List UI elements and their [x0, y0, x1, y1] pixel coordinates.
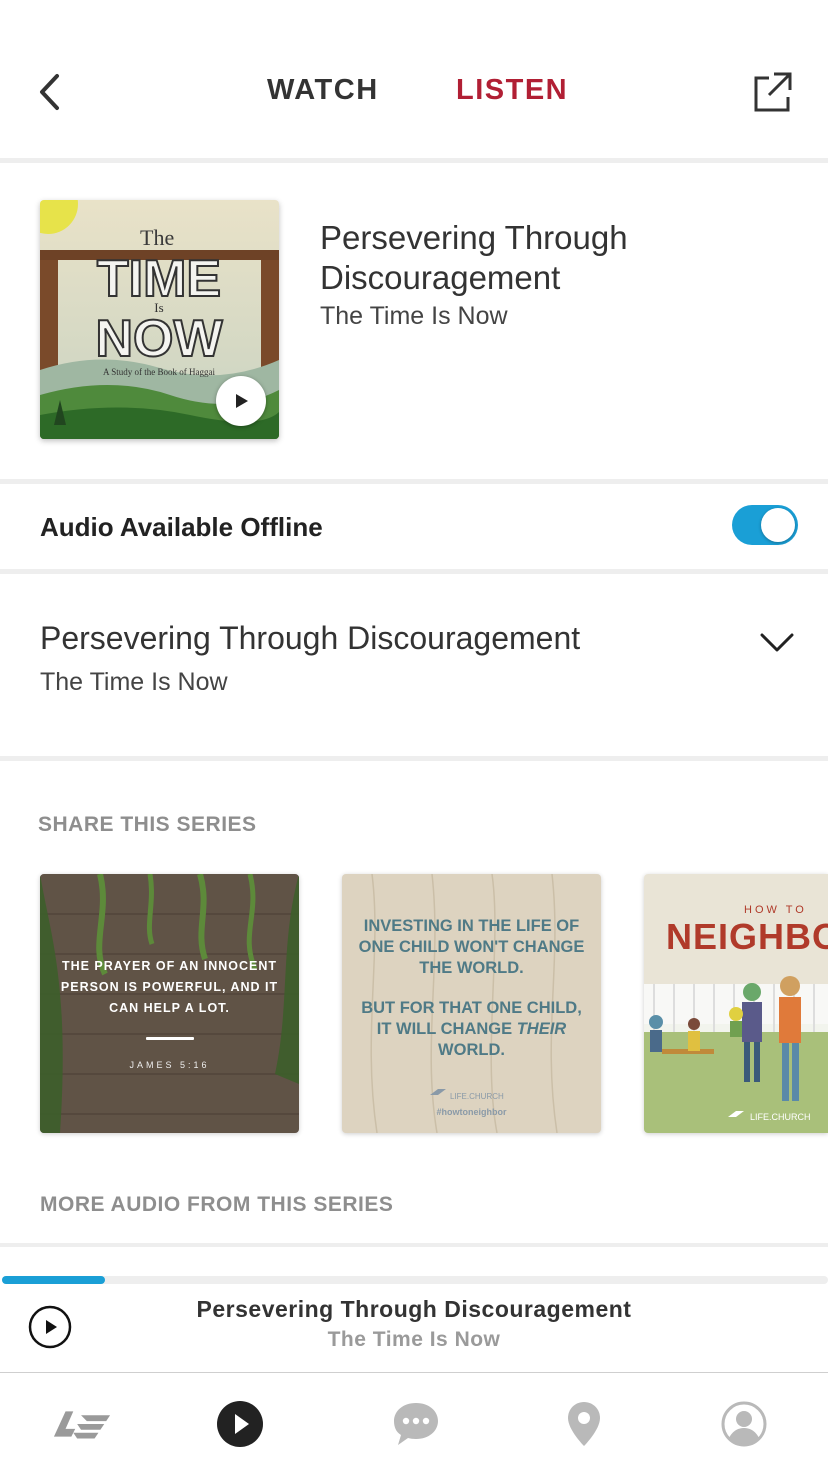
playback-progress-bar[interactable] [2, 1276, 828, 1284]
card-headline: INVESTING IN THE LIFE OF ONE CHILD WON'T… [358, 917, 585, 977]
playback-progress-fill [2, 1276, 106, 1284]
toggle-knob [761, 508, 795, 542]
back-button[interactable] [28, 66, 72, 118]
tab-watch[interactable]: WATCH [267, 74, 379, 107]
divider [0, 756, 828, 761]
card-brand: LIFE.CHURCH [450, 1092, 504, 1101]
divider [0, 1372, 828, 1373]
location-pin-icon [568, 1402, 600, 1446]
card-brand: LIFE.CHURCH [750, 1112, 811, 1122]
profile-icon [721, 1401, 767, 1447]
expand-details-button[interactable] [758, 628, 796, 658]
nav-media[interactable] [210, 1396, 270, 1452]
share-section-label: SHARE THIS SERIES [38, 813, 257, 836]
nav-chat[interactable] [386, 1396, 446, 1452]
chevron-left-icon [40, 74, 59, 110]
artwork-now-text: NOW [95, 310, 223, 368]
divider [0, 158, 828, 163]
series-name: The Time Is Now [320, 302, 508, 330]
chat-bubble-icon [394, 1403, 438, 1445]
share-card-3[interactable]: HOW TO NEIGHBO LIFE.CHURCH [644, 874, 828, 1133]
card-quote: THE PRAYER OF AN INNOCENT PERSON IS POWE… [60, 959, 279, 1015]
message-title: Persevering Through Discouragement [320, 219, 628, 296]
share-card-1[interactable]: THE PRAYER OF AN INNOCENT PERSON IS POWE… [40, 874, 299, 1133]
card-subheadline: BUT FOR THAT ONE CHILD, IT WILL CHANGE T… [361, 999, 582, 1059]
card-how-to: HOW TO [744, 904, 807, 916]
player-series: The Time Is Now [327, 1328, 501, 1351]
external-share-icon [754, 72, 792, 112]
lifechurch-logo-icon [53, 1411, 111, 1439]
player-title: Persevering Through Discouragement [196, 1296, 632, 1322]
details-title: Persevering Through Discouragement [40, 620, 581, 656]
card-hashtag: #howtoneighbor [436, 1107, 507, 1117]
divider [0, 479, 828, 484]
offline-audio-label: Audio Available Offline [40, 512, 323, 542]
divider [0, 1243, 828, 1247]
share-button[interactable] [752, 70, 794, 114]
more-audio-label: MORE AUDIO FROM THIS SERIES [40, 1193, 394, 1216]
play-icon [236, 394, 248, 408]
artwork-the-text: The [140, 225, 174, 250]
artwork-play-button[interactable] [216, 376, 266, 426]
card-neighbor-title: NEIGHBO [666, 916, 828, 957]
artwork-caption: A Study of the Book of Haggai [103, 367, 215, 377]
share-card-2[interactable]: INVESTING IN THE LIFE OF ONE CHILD WON'T… [342, 874, 601, 1133]
nav-home[interactable] [52, 1396, 112, 1452]
divider [0, 569, 828, 574]
nav-locations[interactable] [554, 1396, 614, 1452]
top-bar: WATCH LISTEN [0, 0, 828, 160]
card-reference: JAMES 5:16 [129, 1060, 210, 1070]
chevron-down-icon [760, 633, 794, 652]
nav-profile[interactable] [714, 1396, 774, 1452]
play-circle-icon [217, 1401, 263, 1447]
tab-listen[interactable]: LISTEN [456, 74, 568, 107]
offline-audio-toggle[interactable] [732, 505, 798, 545]
details-series: The Time Is Now [40, 668, 228, 696]
